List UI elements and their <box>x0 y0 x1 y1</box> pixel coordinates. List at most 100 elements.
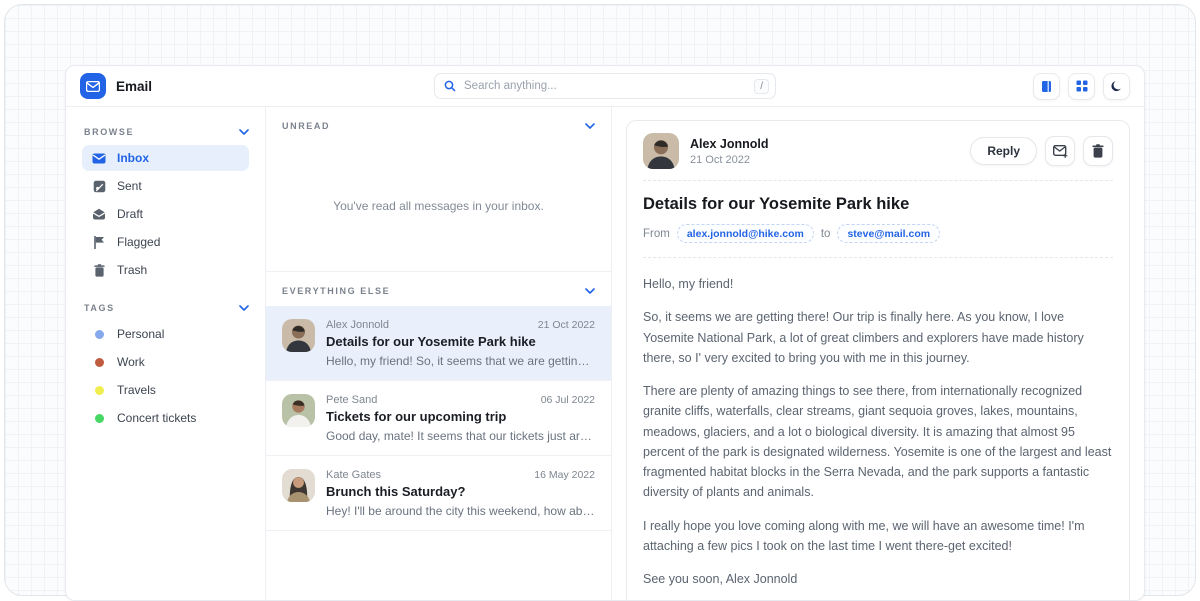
notebook-button[interactable] <box>1033 73 1060 100</box>
delete-button[interactable] <box>1083 136 1113 166</box>
unread-section-header[interactable]: UNREAD <box>266 107 611 141</box>
flag-icon <box>92 236 106 249</box>
app-brand: Email <box>80 73 152 99</box>
detail-subject: Details for our Yosemite Park hike <box>643 195 1113 214</box>
avatar <box>643 133 679 169</box>
inbox-icon <box>92 153 106 164</box>
search-input[interactable] <box>464 80 746 92</box>
sidebar-item-label: Trash <box>117 263 147 277</box>
chevron-down-icon[interactable] <box>585 123 595 129</box>
avatar <box>282 469 315 502</box>
email-sender: Pete Sand <box>326 394 377 406</box>
chevron-down-icon[interactable] <box>239 129 249 135</box>
tag-label: Personal <box>117 327 164 341</box>
tag-color-dot <box>95 358 104 367</box>
tag-color-dot <box>95 330 104 339</box>
tag-label: Work <box>117 355 145 369</box>
tag-item-travels[interactable]: Travels <box>82 377 249 403</box>
sidebar-item-label: Draft <box>117 207 143 221</box>
email-subject: Details for our Yosemite Park hike <box>326 334 595 349</box>
divider <box>643 257 1113 258</box>
email-detail-card: Alex Jonnold 21 Oct 2022 Reply <box>626 120 1130 601</box>
everything-else-label: EVERYTHING ELSE <box>282 286 390 296</box>
email-detail-header: Alex Jonnold 21 Oct 2022 Reply <box>643 133 1113 169</box>
email-list-item[interactable]: Pete Sand 06 Jul 2022 Tickets for our up… <box>266 381 611 456</box>
app-title: Email <box>116 79 152 94</box>
reading-pane: Alex Jonnold 21 Oct 2022 Reply <box>612 107 1144 601</box>
search-wrap: / <box>434 73 776 99</box>
email-date: 16 May 2022 <box>534 469 595 481</box>
topbar-actions <box>1033 73 1130 100</box>
search-icon <box>444 80 456 92</box>
avatar <box>282 319 315 352</box>
body-paragraph: I really hope you love coming along with… <box>643 516 1113 557</box>
forward-button[interactable] <box>1045 136 1075 166</box>
sidebar-item-label: Flagged <box>117 235 160 249</box>
tag-color-dot <box>95 414 104 423</box>
sidebar-item-sent[interactable]: Sent <box>82 173 249 199</box>
email-list-item[interactable]: Alex Jonnold 21 Oct 2022 Details for our… <box>266 306 611 381</box>
tags-section-header[interactable]: TAGS <box>82 297 257 319</box>
body-paragraph: See you soon, Alex Jonnold <box>643 569 1113 589</box>
body-paragraph: There are plenty of amazing things to se… <box>643 381 1113 503</box>
sidebar-item-label: Inbox <box>117 151 149 165</box>
body-paragraph: Hello, my friend! <box>643 274 1113 294</box>
from-label: From <box>643 228 670 240</box>
chevron-down-icon[interactable] <box>585 288 595 294</box>
sent-icon <box>92 180 106 193</box>
envelope-plus-icon <box>1053 145 1068 158</box>
notebook-icon <box>1040 80 1053 93</box>
tag-item-concert-tickets[interactable]: Concert tickets <box>82 405 249 431</box>
to-label: to <box>821 228 831 240</box>
unread-empty-message: You've read all messages in your inbox. <box>266 141 611 271</box>
message-list: UNREAD You've read all messages in your … <box>266 107 612 601</box>
from-address-pill[interactable]: alex.jonnold@hike.com <box>677 224 814 243</box>
sidebar-item-draft[interactable]: Draft <box>82 201 249 227</box>
moon-icon <box>1110 80 1123 93</box>
tags-label: TAGS <box>84 303 115 313</box>
main-content: BROWSE Inbox Sent <box>66 107 1144 601</box>
everything-else-section-header[interactable]: EVERYTHING ELSE <box>266 272 611 306</box>
page-background: Email / <box>4 4 1196 596</box>
divider <box>643 180 1113 181</box>
topbar: Email / <box>66 66 1144 107</box>
avatar <box>282 394 315 427</box>
trash-icon <box>92 264 106 277</box>
email-list-item[interactable]: Kate Gates 16 May 2022 Brunch this Satur… <box>266 456 611 531</box>
search-box[interactable]: / <box>434 73 776 99</box>
email-date: 21 Oct 2022 <box>538 319 595 331</box>
sidebar-item-inbox[interactable]: Inbox <box>82 145 249 171</box>
unread-label: UNREAD <box>282 121 330 131</box>
detail-actions: Reply <box>970 136 1113 166</box>
reply-button[interactable]: Reply <box>970 137 1037 165</box>
email-preview: Good day, mate! It seems that our ticket… <box>326 429 595 443</box>
email-sender: Kate Gates <box>326 469 381 481</box>
sidebar-item-label: Sent <box>117 179 142 193</box>
apps-grid-button[interactable] <box>1068 73 1095 100</box>
email-subject: Tickets for our upcoming trip <box>326 409 595 424</box>
tag-label: Concert tickets <box>117 411 196 425</box>
tag-color-dot <box>95 386 104 395</box>
tag-label: Travels <box>117 383 156 397</box>
chevron-down-icon[interactable] <box>239 305 249 311</box>
search-shortcut-badge: / <box>754 79 769 94</box>
draft-icon <box>92 208 106 220</box>
apps-grid-icon <box>1076 80 1088 92</box>
email-preview: Hey! I'll be around the city this weeken… <box>326 504 595 518</box>
email-date: 06 Jul 2022 <box>541 394 595 406</box>
email-subject: Brunch this Saturday? <box>326 484 595 499</box>
email-sender: Alex Jonnold <box>326 319 389 331</box>
tag-item-personal[interactable]: Personal <box>82 321 249 347</box>
sidebar-item-trash[interactable]: Trash <box>82 257 249 283</box>
detail-sender-name: Alex Jonnold <box>690 137 768 151</box>
from-to-row: From alex.jonnold@hike.com to steve@mail… <box>643 224 1113 243</box>
detail-date: 21 Oct 2022 <box>690 154 768 166</box>
tag-item-work[interactable]: Work <box>82 349 249 375</box>
browse-section-header[interactable]: BROWSE <box>82 121 257 143</box>
sidebar: BROWSE Inbox Sent <box>66 107 266 601</box>
trash-icon <box>1092 144 1104 158</box>
to-address-pill[interactable]: steve@mail.com <box>837 224 940 243</box>
sidebar-item-flagged[interactable]: Flagged <box>82 229 249 255</box>
email-app-window: Email / <box>65 65 1145 601</box>
dark-mode-button[interactable] <box>1103 73 1130 100</box>
